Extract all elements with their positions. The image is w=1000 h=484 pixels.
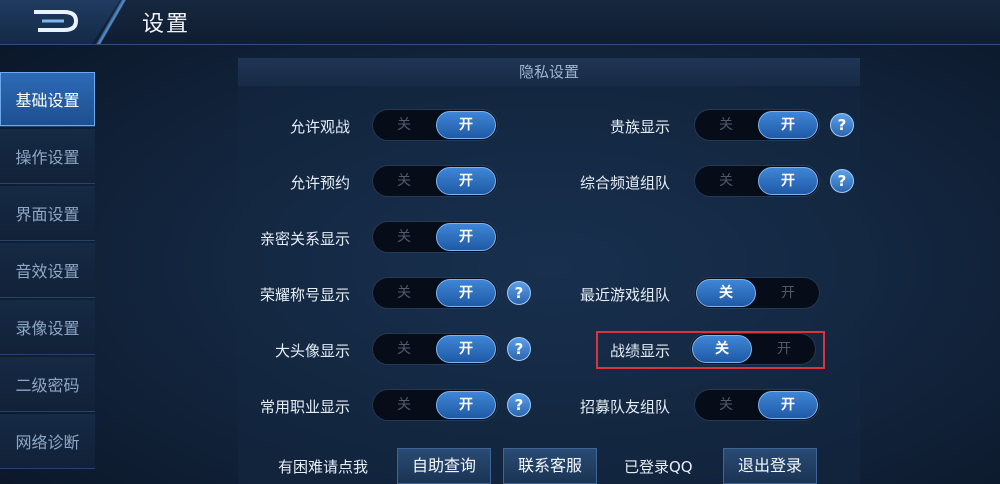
toggle-on-label: 开 <box>459 117 473 133</box>
toggle-on-label: 开 <box>781 285 795 301</box>
section-title: 隐私设置 <box>238 58 860 86</box>
sidebar: 基础设置 操作设置 界面设置 音效设置 录像设置 二级密码 网络诊断 <box>0 72 95 471</box>
toggle-off-label: 关 <box>719 117 733 133</box>
setting-label: 亲密关系显示 <box>259 230 350 248</box>
setting-label: 荣耀称号显示 <box>259 286 350 304</box>
setting-label: 常用职业显示 <box>259 398 350 416</box>
toggle-on-label: 开 <box>781 173 795 189</box>
toggle-recruit-team[interactable]: 关 开 <box>694 389 820 421</box>
sidebar-item-basic[interactable]: 基础设置 <box>0 72 95 127</box>
toggle-on-label: 开 <box>781 397 795 413</box>
toggle-off-label: 关 <box>397 397 411 413</box>
toggle-honor-title[interactable]: 关 开 <box>372 277 498 309</box>
setting-label: 综合频道组队 <box>579 174 670 192</box>
self-service-button[interactable]: 自助查询 <box>397 448 491 484</box>
sidebar-item-recording[interactable]: 录像设置 <box>0 300 95 355</box>
toggle-on-label: 开 <box>459 397 473 413</box>
toggle-on-label: 开 <box>459 285 473 301</box>
toggle-allow-spectate[interactable]: 关 开 <box>372 109 498 141</box>
sidebar-item-network[interactable]: 网络诊断 <box>0 414 95 469</box>
toggle-noble-display[interactable]: 关 开 <box>694 109 820 141</box>
toggle-recent-game-team[interactable]: 关 开 <box>694 277 820 309</box>
sidebar-item-label: 录像设置 <box>15 319 80 338</box>
toggle-allow-reservation[interactable]: 关 开 <box>372 165 498 197</box>
help-icon[interactable]: ? <box>507 337 531 361</box>
back-arrow-icon <box>34 10 79 32</box>
help-icon[interactable]: ? <box>830 113 854 137</box>
toggle-record-display[interactable]: 关 开 <box>690 333 816 365</box>
toggle-on-label: 开 <box>459 173 473 189</box>
login-status: 已登录QQ <box>624 458 693 476</box>
toggle-off-label: 关 <box>397 285 411 301</box>
sidebar-item-sound[interactable]: 音效设置 <box>0 243 95 298</box>
toggle-large-avatar[interactable]: 关 开 <box>372 333 498 365</box>
toggle-on-label: 开 <box>781 117 795 133</box>
toggle-off-label: 关 <box>397 341 411 357</box>
setting-label: 大头像显示 <box>274 342 350 360</box>
sidebar-item-label: 界面设置 <box>15 205 80 224</box>
toggle-channel-team[interactable]: 关 开 <box>694 165 820 197</box>
toggle-on-label: 开 <box>459 229 473 245</box>
setting-label: 招募队友组队 <box>579 398 670 416</box>
help-prompt: 有困难请点我 <box>278 458 369 476</box>
sidebar-item-label: 网络诊断 <box>15 433 80 452</box>
sidebar-item-controls[interactable]: 操作设置 <box>0 129 95 184</box>
toggle-off-label: 关 <box>397 173 411 189</box>
help-icon[interactable]: ? <box>507 281 531 305</box>
setting-label: 允许预约 <box>289 174 350 192</box>
setting-label: 战绩显示 <box>609 342 670 360</box>
toggle-off-label: 关 <box>715 341 729 357</box>
top-bar: 设置 <box>0 0 1000 45</box>
contact-support-button[interactable]: 联系客服 <box>503 448 597 484</box>
toggle-off-label: 关 <box>719 397 733 413</box>
sidebar-item-label: 基础设置 <box>15 91 80 110</box>
help-icon[interactable]: ? <box>507 393 531 417</box>
sidebar-item-label: 音效设置 <box>15 262 80 281</box>
toggle-intimacy-display[interactable]: 关 开 <box>372 221 498 253</box>
toggle-on-label: 开 <box>777 341 791 357</box>
toggle-on-label: 开 <box>459 341 473 357</box>
toggle-off-label: 关 <box>719 285 733 301</box>
toggle-off-label: 关 <box>719 173 733 189</box>
help-icon[interactable]: ? <box>830 169 854 193</box>
toggle-common-role[interactable]: 关 开 <box>372 389 498 421</box>
sidebar-item-label: 操作设置 <box>15 148 80 167</box>
toggle-off-label: 关 <box>397 117 411 133</box>
sidebar-item-interface[interactable]: 界面设置 <box>0 186 95 241</box>
setting-label: 贵族显示 <box>609 118 670 136</box>
sidebar-item-secondary-password[interactable]: 二级密码 <box>0 357 95 412</box>
setting-label: 允许观战 <box>289 118 350 136</box>
toggle-off-label: 关 <box>397 229 411 245</box>
header-divider <box>96 0 126 44</box>
setting-label: 最近游戏组队 <box>579 286 670 304</box>
logout-button[interactable]: 退出登录 <box>723 448 817 484</box>
page-title: 设置 <box>142 12 191 37</box>
sidebar-item-label: 二级密码 <box>15 376 80 395</box>
